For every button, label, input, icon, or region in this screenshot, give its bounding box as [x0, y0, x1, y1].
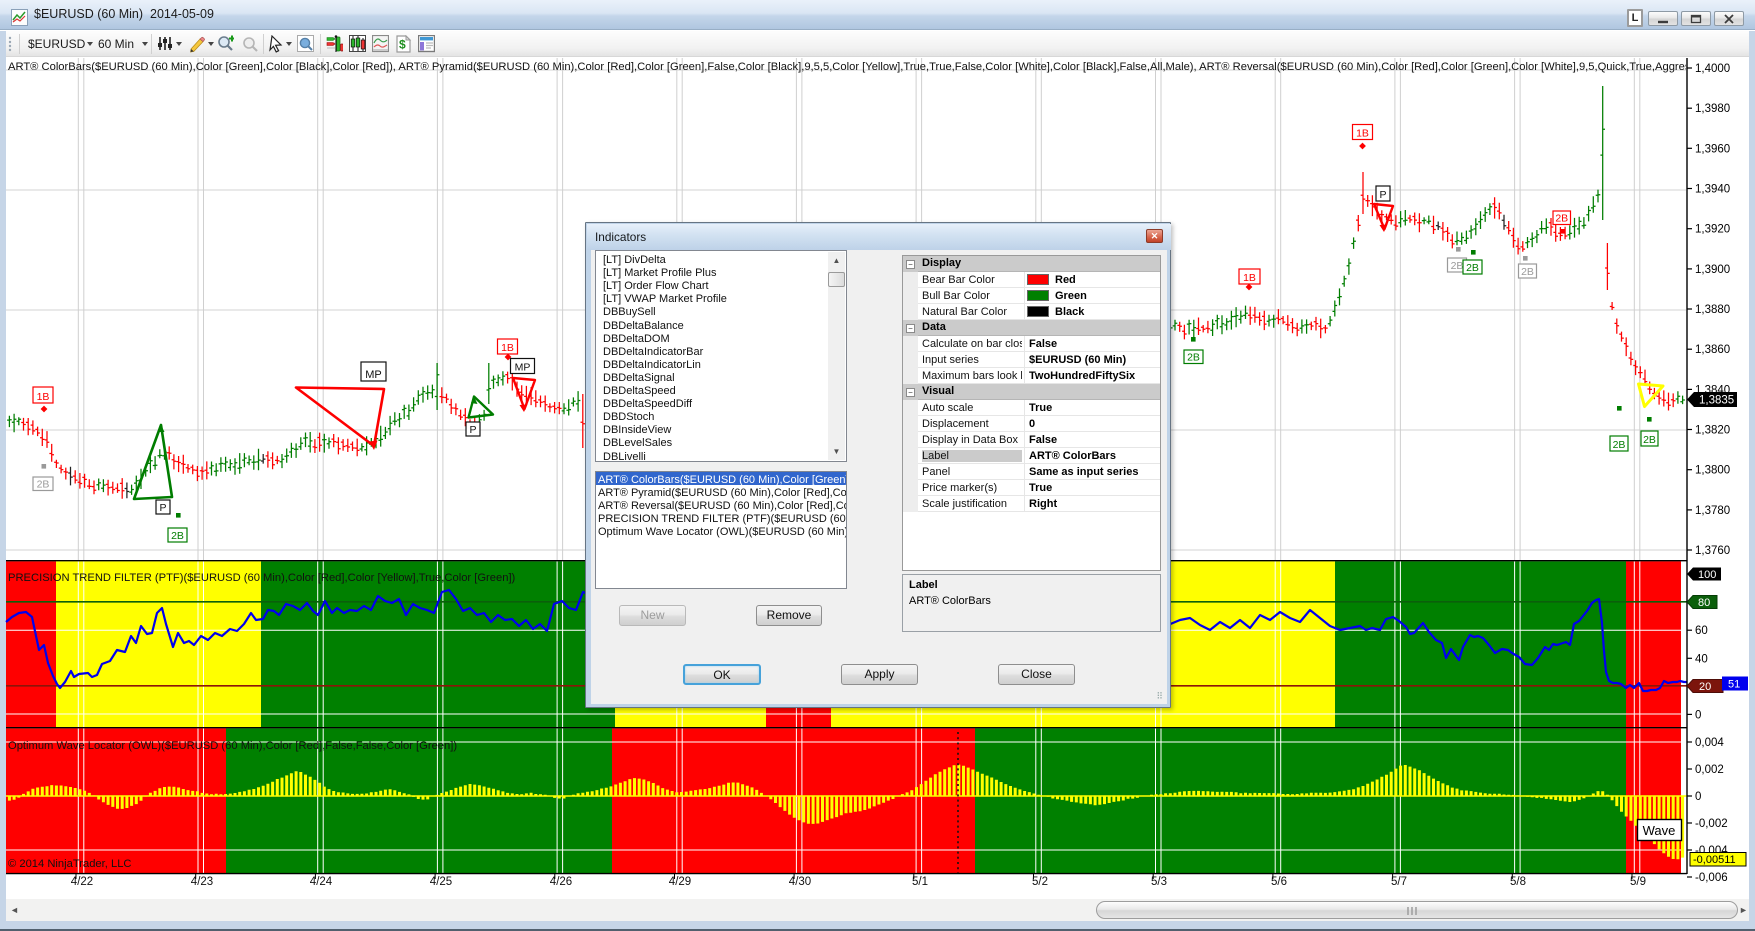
svg-text:1,3835: 1,3835 [1699, 395, 1734, 407]
svg-text:1,3860: 1,3860 [1695, 344, 1730, 356]
svg-text:-0,002: -0,002 [1695, 818, 1728, 830]
svg-text:1,3820: 1,3820 [1695, 425, 1730, 437]
svg-text:2B: 2B [1521, 266, 1534, 278]
svg-text:1,3980: 1,3980 [1695, 103, 1730, 115]
svg-text:1B: 1B [1356, 127, 1369, 139]
svg-text:60: 60 [1695, 625, 1708, 637]
svg-text:40: 40 [1695, 653, 1708, 665]
svg-text:80: 80 [1698, 597, 1710, 609]
svg-text:0: 0 [1695, 791, 1701, 803]
svg-text:1,3880: 1,3880 [1695, 304, 1730, 316]
svg-text:2B: 2B [1466, 262, 1479, 274]
svg-text:MP: MP [365, 369, 382, 381]
svg-text:P: P [1379, 189, 1386, 201]
svg-text:1,3960: 1,3960 [1695, 143, 1730, 155]
svg-text:1,3760: 1,3760 [1695, 545, 1730, 557]
svg-text:51: 51 [1728, 679, 1740, 691]
svg-text:1,3900: 1,3900 [1695, 264, 1730, 276]
svg-text:2B: 2B [1451, 260, 1464, 272]
svg-text:2B: 2B [1555, 212, 1568, 224]
svg-text:MP: MP [515, 361, 531, 373]
svg-text:1,3800: 1,3800 [1695, 465, 1730, 477]
svg-text:2B: 2B [1187, 351, 1200, 363]
svg-text:Wave: Wave [1643, 823, 1676, 838]
svg-text:P: P [159, 502, 166, 514]
svg-text:-0,00511: -0,00511 [1693, 854, 1736, 866]
svg-text:20: 20 [1699, 681, 1711, 693]
svg-text:2B: 2B [171, 530, 184, 542]
svg-text:2B: 2B [1613, 439, 1626, 451]
svg-text:0,004: 0,004 [1695, 737, 1724, 749]
svg-text:1,3920: 1,3920 [1695, 224, 1730, 236]
svg-text:1,3940: 1,3940 [1695, 184, 1730, 196]
svg-text:0,002: 0,002 [1695, 764, 1724, 776]
svg-text:1,3780: 1,3780 [1695, 505, 1730, 517]
svg-text:100: 100 [1698, 569, 1716, 581]
svg-text:1B: 1B [1243, 272, 1256, 284]
svg-text:P: P [469, 424, 476, 436]
svg-text:2B: 2B [37, 478, 50, 490]
svg-text:1B: 1B [501, 342, 514, 354]
svg-text:2B: 2B [1643, 434, 1656, 446]
svg-text:1B: 1B [37, 391, 50, 403]
svg-text:0: 0 [1695, 709, 1701, 721]
svg-text:1,4000: 1,4000 [1695, 63, 1730, 75]
